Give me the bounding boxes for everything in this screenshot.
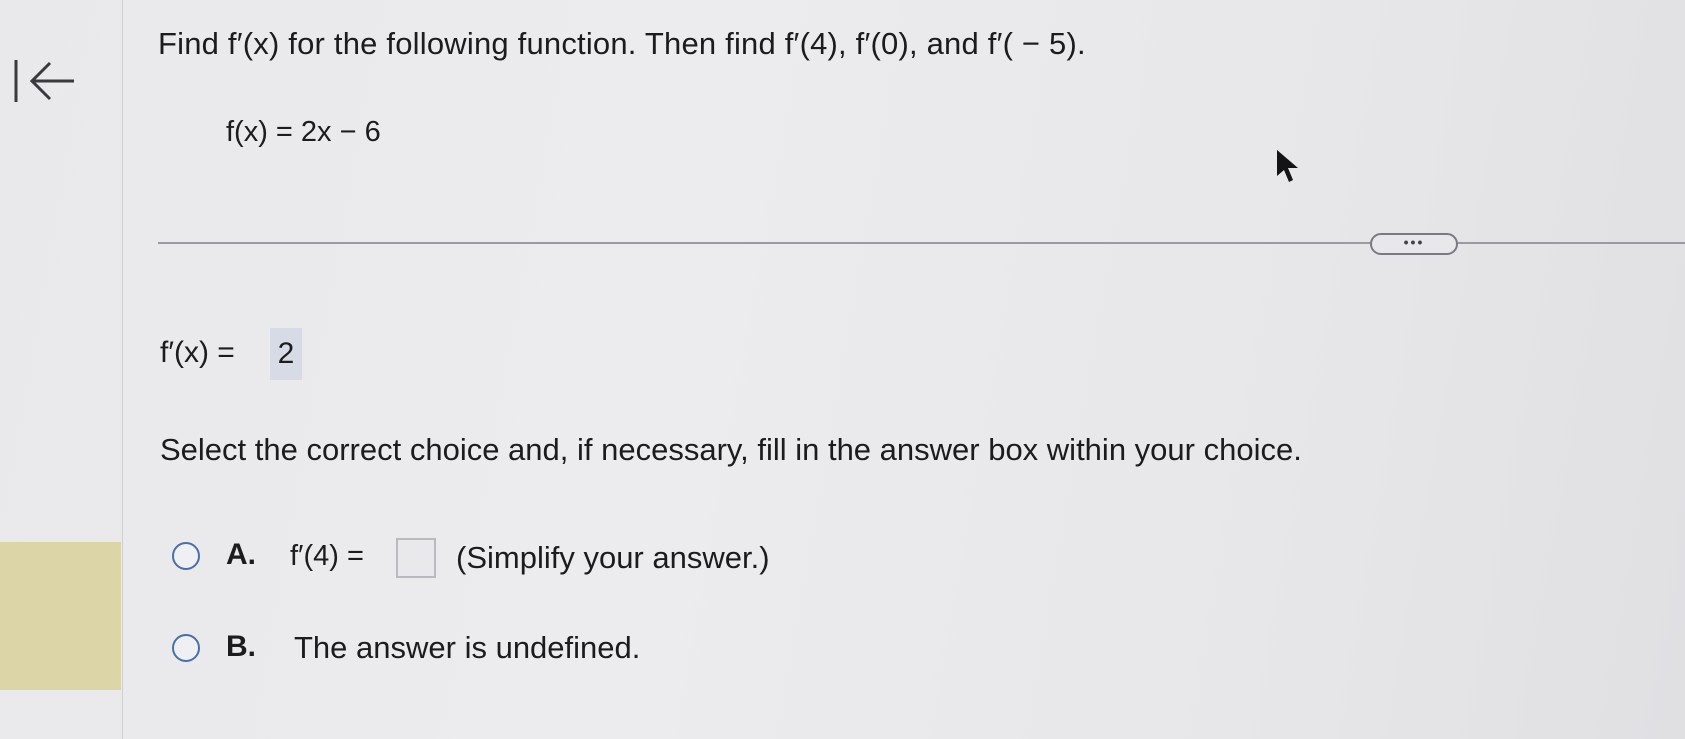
question-prompt: Find f′(x) for the following function. T… <box>158 26 1086 61</box>
choice-b-text: The answer is undefined. <box>294 630 641 665</box>
ellipsis-icon: ••• <box>1403 234 1425 250</box>
back-button[interactable] <box>10 56 86 116</box>
left-sidebar <box>0 0 123 739</box>
choice-letter-b: B. <box>226 630 256 663</box>
left-highlight-panel <box>0 542 121 690</box>
choice-letter-a: A. <box>226 538 256 571</box>
question-screen: Find f′(x) for the following function. T… <box>0 0 1685 739</box>
more-options-button[interactable]: ••• <box>1370 233 1458 255</box>
arrow-left-to-bar-icon <box>14 60 74 102</box>
function-expression: f(x) = 2x − 6 <box>226 116 381 148</box>
derivative-answer-box[interactable]: 2 <box>270 328 302 380</box>
choice-a-note: (Simplify your answer.) <box>456 540 770 575</box>
derivative-label: f′(x) = <box>160 336 235 369</box>
instruction-text: Select the correct choice and, if necess… <box>160 432 1302 467</box>
radio-button-b[interactable] <box>172 634 200 662</box>
answer-input-box[interactable] <box>396 538 436 578</box>
mouse-pointer-icon <box>1273 148 1303 186</box>
choice-a-expression: f′(4) = <box>290 540 364 572</box>
radio-button-a[interactable] <box>172 542 200 570</box>
